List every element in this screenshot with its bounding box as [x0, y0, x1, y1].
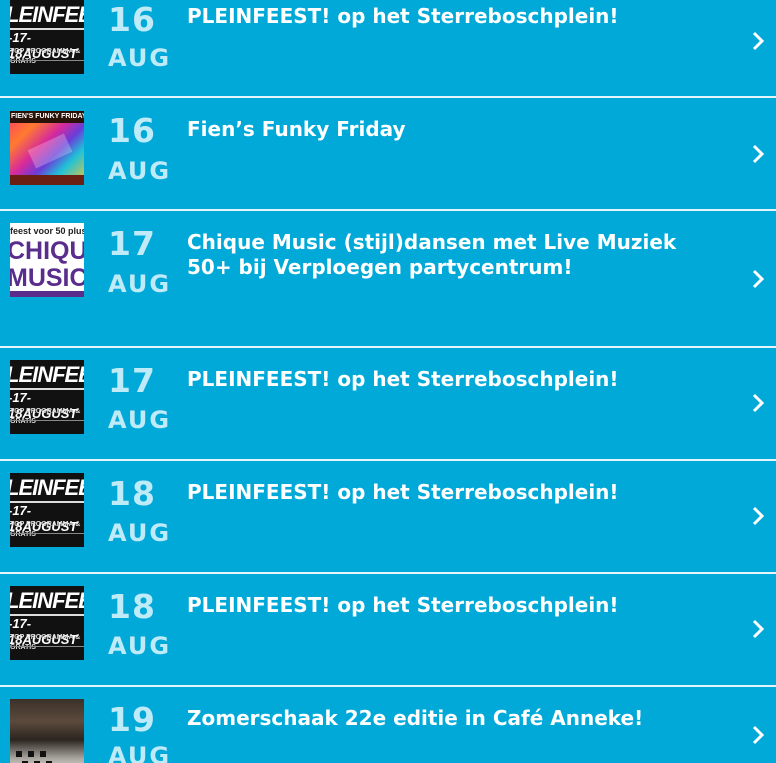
thumbnail-text: LEINFEES — [10, 475, 84, 500]
event-row[interactable]: FIEN'S FUNKY FRIDAY 16 AUG Fien’s Funky … — [0, 98, 776, 211]
event-row[interactable]: LEINFEES -17-18AUGUST TOP PROGRAMMA & GR… — [0, 574, 776, 687]
event-title[interactable]: PLEINFEEST! op het Sterreboschplein! — [187, 4, 727, 29]
thumbnail-text: LEINFEES — [10, 362, 84, 387]
chevron-right-icon[interactable] — [748, 29, 768, 53]
thumbnail-text: CHIQUE — [10, 237, 84, 265]
chevron-right-icon[interactable] — [748, 504, 768, 528]
thumbnail-text: LEINFEES — [10, 2, 84, 27]
thumbnail-divider — [10, 533, 84, 534]
event-day: 18 — [108, 587, 156, 626]
thumbnail-divider — [10, 646, 84, 647]
event-month: AUG — [108, 270, 172, 298]
thumbnail-text: TOP PROGRAMMA & GRATIS — [10, 48, 81, 65]
event-title[interactable]: PLEINFEEST! op het Sterreboschplein! — [187, 593, 727, 618]
chess-square — [40, 751, 46, 757]
event-thumbnail[interactable]: LEINFEES -17-18AUGUST TOP PROGRAMMA & GR… — [10, 360, 84, 434]
thumbnail-text: TOP PROGRAMMA & GRATIS — [10, 521, 81, 538]
event-thumbnail[interactable]: LEINFEES -17-18AUGUST TOP PROGRAMMA & GR… — [10, 0, 84, 74]
thumbnail-text: feest voor 50 plus — [10, 226, 84, 236]
event-month: AUG — [108, 406, 172, 434]
event-month: AUG — [108, 632, 172, 660]
event-day: 16 — [108, 0, 156, 39]
thumbnail-text: MUSIC — [10, 264, 84, 292]
chess-square — [28, 751, 34, 757]
chevron-right-icon[interactable] — [748, 723, 768, 747]
event-row[interactable]: LEINFEES -17-18AUGUST TOP PROGRAMMA & GR… — [0, 0, 776, 98]
chevron-right-icon[interactable] — [748, 142, 768, 166]
event-title[interactable]: Chique Music (stijl)dansen met Live Muzi… — [187, 230, 727, 280]
thumbnail-divider — [10, 60, 84, 61]
event-thumbnail[interactable]: feest voor 50 plus CHIQUE MUSIC — [10, 223, 84, 297]
event-title[interactable]: PLEINFEEST! op het Sterreboschplein! — [187, 480, 727, 505]
chevron-right-icon[interactable] — [748, 267, 768, 291]
event-thumbnail[interactable] — [10, 699, 84, 763]
chevron-right-icon[interactable] — [748, 617, 768, 641]
event-row[interactable]: 19 AUG Zomerschaak 22e editie in Café An… — [0, 687, 776, 763]
event-thumbnail[interactable]: LEINFEES -17-18AUGUST TOP PROGRAMMA & GR… — [10, 586, 84, 660]
event-day: 18 — [108, 474, 156, 513]
event-month: AUG — [108, 44, 172, 72]
event-list: LEINFEES -17-18AUGUST TOP PROGRAMMA & GR… — [0, 0, 776, 763]
event-row[interactable]: LEINFEES -17-18AUGUST TOP PROGRAMMA & GR… — [0, 348, 776, 461]
thumbnail-text: FIEN'S FUNKY FRIDAY — [11, 113, 84, 120]
event-day: 19 — [108, 700, 156, 739]
event-title[interactable]: Fien’s Funky Friday — [187, 117, 727, 142]
event-month: AUG — [108, 742, 172, 763]
event-thumbnail[interactable]: LEINFEES -17-18AUGUST TOP PROGRAMMA & GR… — [10, 473, 84, 547]
thumbnail-band — [10, 175, 84, 185]
thumbnail-text: TOP PROGRAMMA & GRATIS — [10, 408, 81, 425]
chevron-right-icon[interactable] — [748, 391, 768, 415]
thumbnail-text: LEINFEES — [10, 588, 84, 613]
event-month: AUG — [108, 157, 172, 185]
event-day: 17 — [108, 224, 156, 263]
chess-square — [16, 751, 22, 757]
thumbnail-graphic — [27, 133, 73, 169]
event-row[interactable]: LEINFEES -17-18AUGUST TOP PROGRAMMA & GR… — [0, 461, 776, 574]
thumbnail-divider — [10, 420, 84, 421]
event-title[interactable]: Zomerschaak 22e editie in Café Anneke! — [187, 706, 727, 731]
thumbnail-band — [10, 291, 84, 297]
event-title[interactable]: PLEINFEEST! op het Sterreboschplein! — [187, 367, 727, 392]
event-day: 16 — [108, 111, 156, 150]
event-thumbnail[interactable]: FIEN'S FUNKY FRIDAY — [10, 111, 84, 185]
event-row[interactable]: feest voor 50 plus CHIQUE MUSIC 17 AUG C… — [0, 211, 776, 348]
thumbnail-text: TOP PROGRAMMA & GRATIS — [10, 634, 81, 651]
event-day: 17 — [108, 361, 156, 400]
event-month: AUG — [108, 519, 172, 547]
